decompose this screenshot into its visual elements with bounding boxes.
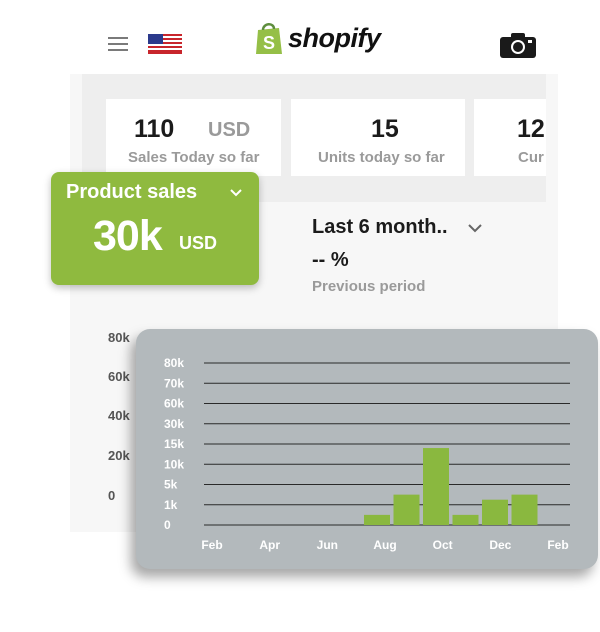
x-tick-label: Feb (201, 538, 222, 552)
background-axis-tick: 40k (108, 408, 130, 423)
hamburger-icon[interactable] (108, 37, 128, 53)
stat-card-sales[interactable]: 110 USD Sales Today so far (106, 99, 281, 176)
background-axis-tick: 80k (108, 330, 130, 345)
y-tick-label: 5k (164, 478, 178, 492)
stat-label: Cur (518, 149, 544, 166)
product-sales-value: 30k (93, 212, 163, 260)
chevron-down-icon[interactable] (229, 188, 243, 198)
brand-name: shopify (288, 22, 381, 53)
x-tick-label: Oct (433, 538, 453, 552)
period-selector[interactable]: Last 6 month.. (312, 216, 448, 239)
y-tick-label: 60k (164, 397, 184, 411)
stat-value: 110 (134, 115, 175, 143)
x-tick-label: Dec (489, 538, 511, 552)
y-tick-label: 1k (164, 498, 178, 512)
y-tick-label: 0 (164, 518, 171, 532)
y-tick-label: 30k (164, 417, 184, 431)
stat-value: 15 (371, 115, 399, 143)
chart-bar-oct[interactable] (423, 448, 449, 525)
background-axis-tick: 20k (108, 448, 130, 463)
chevron-down-icon[interactable] (467, 223, 483, 234)
us-flag-icon[interactable] (148, 34, 182, 54)
product-sales-unit: USD (179, 233, 218, 253)
product-sales-title: Product sales (66, 181, 198, 203)
x-tick-label: Apr (259, 538, 280, 552)
x-tick-label: Jun (317, 538, 338, 552)
background-axis-tick: 60k (108, 369, 130, 384)
stat-card-customers[interactable]: 12 Cur (474, 99, 546, 176)
product-sales-card[interactable]: Product sales 30k USD (51, 172, 259, 285)
stat-unit: USD (208, 119, 251, 141)
sales-bar-chart: 0 1k 5k 10k 15k 30k 60k 70k 80k Feb Apr Jun Aug Oct De… (164, 356, 570, 552)
previous-period-label: Previous period (312, 278, 426, 295)
camera-icon[interactable] (500, 32, 536, 58)
sales-chart-card: 0 1k 5k 10k 15k 30k 60k 70k 80k Feb Apr Jun Aug Oct De… (136, 329, 598, 569)
chart-bar-dec[interactable] (482, 499, 508, 525)
y-tick-label: 15k (164, 437, 184, 451)
x-tick-label: Feb (547, 538, 568, 552)
stat-value: 12 (517, 115, 545, 143)
chart-bar-nov[interactable] (452, 514, 479, 525)
y-tick-label: 70k (164, 376, 184, 390)
chart-bar-jan[interactable] (511, 494, 538, 525)
percent-change: -- % (312, 249, 349, 271)
shopify-logo: S shopify (254, 20, 381, 56)
shopping-bag-icon: S (256, 23, 282, 54)
stat-card-units[interactable]: 15 Units today so far (291, 99, 465, 176)
background-axis-tick: 0 (108, 488, 116, 503)
y-tick-label: 80k (164, 356, 184, 370)
svg-text:S: S (263, 33, 275, 53)
stat-label: Sales Today so far (128, 149, 260, 166)
x-tick-label: Aug (373, 538, 396, 552)
chart-bar-sep[interactable] (393, 494, 420, 525)
stat-label: Units today so far (318, 149, 445, 166)
chart-bar-aug[interactable] (364, 514, 390, 525)
y-tick-label: 10k (164, 457, 184, 471)
